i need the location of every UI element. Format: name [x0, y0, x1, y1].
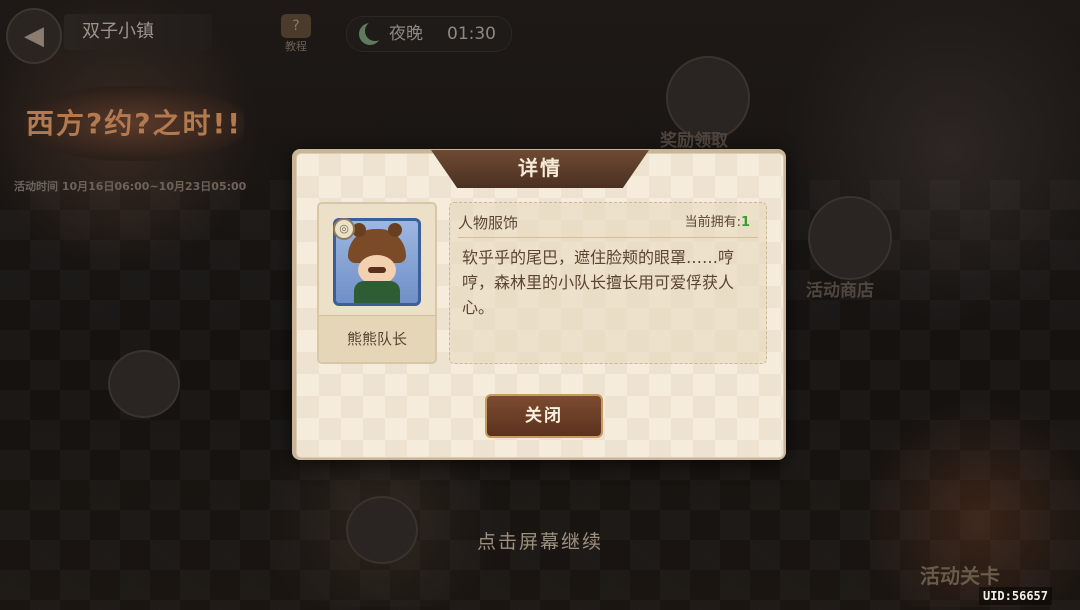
uid-label: UID:56657 — [978, 587, 1052, 605]
owned-count: 1 — [740, 215, 750, 230]
item-detail-dialog: 详情 ◎ 熊熊队长 人物服饰 当前拥有:1 软乎乎的尾巴，遮住脸颊的眼罩……哼哼… — [292, 149, 786, 460]
tutorial-label: 教程 — [285, 40, 307, 53]
back-arrow-icon: ◀ — [24, 21, 44, 51]
item-category: 人物服饰 — [458, 214, 519, 232]
event-time-range: 活动时间 10月16日06:00~10月23日05:00 — [14, 180, 247, 193]
owned-count-label: 当前拥有:1 — [685, 209, 750, 237]
event-logo: 西方?约?之时!! — [24, 86, 244, 161]
time-indicator: 夜晚 01:30 — [346, 16, 512, 52]
shop-icon[interactable] — [808, 196, 892, 280]
tap-to-continue[interactable]: 点击屏幕继续 — [0, 527, 1080, 554]
reward-label: 奖励领取 — [660, 131, 728, 151]
clock-time: 01:30 — [447, 24, 496, 44]
book-icon: ? — [281, 14, 311, 38]
shop-label: 活动商店 — [806, 281, 874, 301]
town-title: 双子小镇 — [64, 14, 212, 50]
close-button[interactable]: 关闭 — [485, 394, 603, 438]
tutorial-button[interactable]: ? 教程 — [276, 14, 316, 54]
owned-label: 当前拥有: — [684, 215, 741, 230]
time-of-day: 夜晚 — [389, 24, 423, 44]
description-header: 人物服饰 当前拥有:1 — [458, 209, 758, 238]
item-card: ◎ 熊熊队长 — [317, 202, 437, 364]
dialog-body: 详情 ◎ 熊熊队长 人物服饰 当前拥有:1 软乎乎的尾巴，遮住脸颊的眼罩……哼哼… — [296, 150, 784, 458]
dialog-title: 详情 — [431, 150, 649, 188]
character-body — [354, 281, 400, 303]
item-name: 熊熊队长 — [319, 315, 435, 362]
costume-type-icon: ◎ — [333, 218, 355, 240]
event-stage-label: 活动关卡 — [920, 564, 1000, 588]
back-button[interactable]: ◀ — [6, 8, 62, 64]
chat-bubble-icon[interactable] — [108, 350, 180, 418]
item-description: 软乎乎的尾巴，遮住脸颊的眼罩……哼哼，森林里的小队长擅长用可爱俘获人心。 — [462, 248, 735, 317]
description-panel: 人物服饰 当前拥有:1 软乎乎的尾巴，遮住脸颊的眼罩……哼哼，森林里的小队长擅长… — [449, 202, 767, 364]
event-banner[interactable]: 西方?约?之时!! — [14, 86, 254, 176]
moon-icon — [359, 21, 385, 45]
